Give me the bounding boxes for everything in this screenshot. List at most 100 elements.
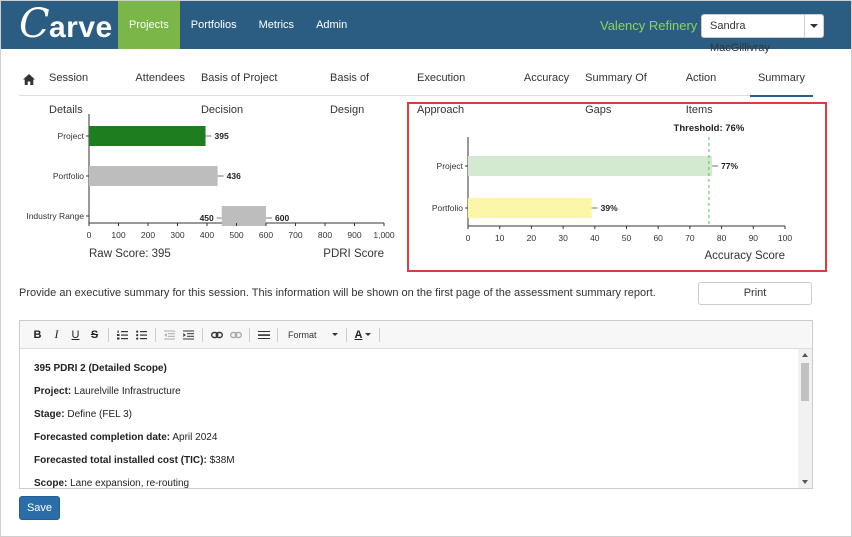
x-tick-label: 400 xyxy=(200,230,214,240)
italic-button[interactable]: I xyxy=(47,325,66,345)
nav-projects[interactable]: Projects xyxy=(118,1,180,49)
unlink-button[interactable] xyxy=(226,325,245,345)
font-color-icon: A xyxy=(354,328,363,341)
user-name: Sandra MacGillivray xyxy=(702,15,805,54)
nav-admin[interactable]: Admin xyxy=(305,1,358,49)
editor-scrollbar[interactable] xyxy=(798,349,812,488)
bullet-list-icon xyxy=(136,330,147,340)
category-label: Industry Range xyxy=(26,211,84,221)
bar-project xyxy=(468,156,713,176)
horizontal-rule-icon xyxy=(257,330,270,339)
x-tick-label: 900 xyxy=(347,230,361,240)
format-dropdown-label: Format xyxy=(288,329,317,340)
ordered-list-icon xyxy=(117,330,128,339)
summary-field-project: Project: Laurelville Infrastructure xyxy=(34,386,786,397)
format-dropdown[interactable]: Format xyxy=(282,330,342,340)
category-label: Project xyxy=(437,161,464,171)
raw-score-caption: Raw Score: 395 xyxy=(89,248,171,260)
scrollbar-thumb[interactable] xyxy=(801,363,809,401)
unlink-icon xyxy=(229,331,242,338)
bar-project xyxy=(89,126,206,146)
bullet-list-button[interactable] xyxy=(132,325,151,345)
chevron-down-icon xyxy=(332,333,338,336)
field-value: Define (FEL 3) xyxy=(67,409,132,420)
user-menu-toggle[interactable] xyxy=(805,15,823,37)
print-button[interactable]: Print xyxy=(698,282,812,305)
x-tick-label: 500 xyxy=(229,230,243,240)
home-icon xyxy=(23,73,35,85)
toolbar-divider xyxy=(277,327,278,342)
ordered-list-button[interactable] xyxy=(113,325,132,345)
tab-home[interactable] xyxy=(19,62,41,96)
nav-portfolios[interactable]: Portfolios xyxy=(180,1,248,49)
bar-industry-range xyxy=(221,206,266,226)
x-tick-label: 90 xyxy=(749,233,759,243)
logo-initial: C xyxy=(19,1,50,47)
link-button[interactable] xyxy=(207,325,226,345)
field-label: Stage: xyxy=(34,409,65,420)
tab-basis-of-design[interactable]: Basis of Design xyxy=(322,62,409,116)
x-tick-label: 100 xyxy=(778,233,792,243)
tab-summary[interactable]: Summary xyxy=(749,62,814,97)
field-label: Project: xyxy=(34,386,72,397)
data-label: 600 xyxy=(275,213,289,223)
summary-field-scope: Scope: Lane expansion, re-routing xyxy=(34,478,786,488)
tab-execution-approach[interactable]: Execution Approach xyxy=(409,62,516,116)
x-tick-label: 600 xyxy=(259,230,273,240)
strikethrough-button[interactable]: S xyxy=(85,325,104,345)
indent-button[interactable] xyxy=(179,325,198,345)
toolbar-divider xyxy=(108,327,109,342)
summary-editor: B I U S Format A 395 PDRI 2 (Detailed Sc… xyxy=(19,320,813,489)
bold-button[interactable]: B xyxy=(28,325,47,345)
summary-heading: 395 PDRI 2 (Detailed Scope) xyxy=(34,363,167,374)
x-tick-label: 1,000 xyxy=(373,230,395,240)
session-tabs: Session Details Attendees Basis of Proje… xyxy=(19,62,814,116)
user-menu-button[interactable]: Sandra MacGillivray xyxy=(701,14,824,54)
tab-action-items[interactable]: Action Items xyxy=(678,62,750,116)
toolbar-divider xyxy=(202,327,203,342)
x-tick-label: 80 xyxy=(717,233,727,243)
x-tick-label: 30 xyxy=(558,233,568,243)
x-tick-label: 40 xyxy=(590,233,600,243)
save-button[interactable]: Save xyxy=(19,496,60,520)
summary-field-completion-date: Forecasted completion date: April 2024 xyxy=(34,432,786,443)
field-value: $38M xyxy=(209,455,235,466)
summary-field-stage: Stage: Define (FEL 3) xyxy=(34,409,786,420)
outdent-button[interactable] xyxy=(160,325,179,345)
field-value: Laurelville Infrastructure xyxy=(74,386,181,397)
scroll-up-icon[interactable] xyxy=(802,353,808,357)
indent-icon xyxy=(183,330,194,339)
field-label: Forecasted total installed cost (TIC): xyxy=(34,455,207,466)
x-tick-label: 200 xyxy=(141,230,155,240)
toolbar-divider xyxy=(346,327,347,342)
tab-summary-of-gaps[interactable]: Summary Of Gaps xyxy=(577,62,678,116)
data-label: 436 xyxy=(227,171,241,181)
x-tick-label: 800 xyxy=(318,230,332,240)
x-tick-label: 50 xyxy=(622,233,632,243)
nav-metrics[interactable]: Metrics xyxy=(248,1,305,49)
x-tick-label: 60 xyxy=(653,233,663,243)
tab-basis-of-project-decision[interactable]: Basis of Project Decision xyxy=(193,62,322,116)
tab-attendees[interactable]: Attendees xyxy=(127,62,193,96)
data-label: 77% xyxy=(721,161,738,171)
link-icon xyxy=(210,331,223,338)
x-tick-label: 0 xyxy=(87,230,92,240)
editor-content[interactable]: 395 PDRI 2 (Detailed Scope) Project: Lau… xyxy=(20,349,800,488)
threshold-label: Threshold: 76% xyxy=(674,123,745,134)
main-nav: Projects Portfolios Metrics Admin xyxy=(118,1,358,49)
data-label: 450 xyxy=(200,213,214,223)
x-tick-label: 20 xyxy=(527,233,537,243)
toolbar-divider xyxy=(249,327,250,342)
category-label: Project xyxy=(58,131,85,141)
x-tick-label: 700 xyxy=(288,230,302,240)
tab-accuracy[interactable]: Accuracy xyxy=(516,62,577,96)
font-color-button[interactable]: A xyxy=(351,325,375,345)
horizontal-rule-button[interactable] xyxy=(254,325,273,345)
pdri-score-chart: Project 395 Portfolio 436 Industry Range 450 6… xyxy=(20,110,400,265)
bar-portfolio xyxy=(89,166,218,186)
chevron-down-icon xyxy=(810,24,818,28)
scroll-down-icon[interactable] xyxy=(802,480,808,484)
summary-field-tic: Forecasted total installed cost (TIC): $… xyxy=(34,455,786,466)
underline-button[interactable]: U xyxy=(66,325,85,345)
tab-session-details[interactable]: Session Details xyxy=(41,62,127,116)
